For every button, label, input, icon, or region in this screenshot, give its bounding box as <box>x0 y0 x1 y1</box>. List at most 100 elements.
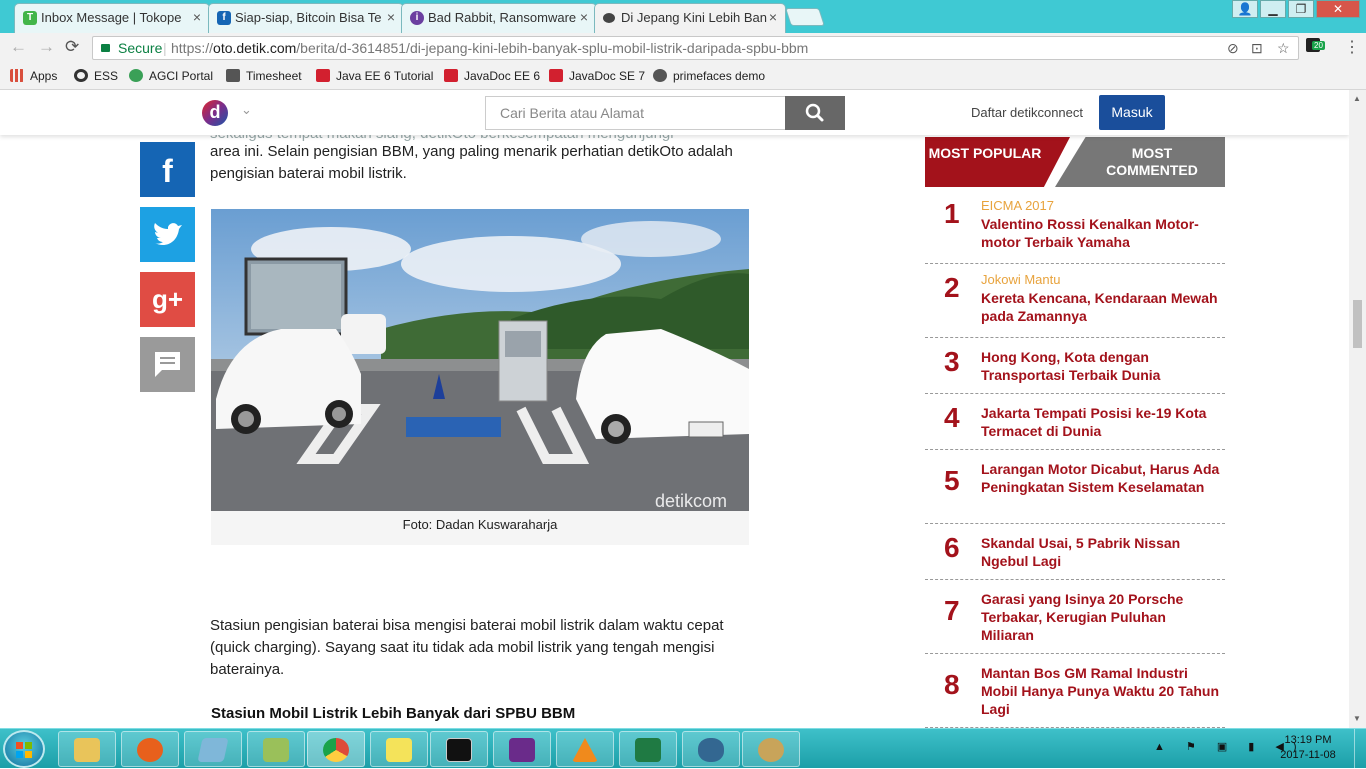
rank-number: 5 <box>944 465 960 496</box>
tab-most-commented[interactable]: MOST COMMENTED <box>1055 137 1225 187</box>
taskbar-chrome[interactable] <box>307 731 365 767</box>
article-photo[interactable]: detikcom <box>211 209 749 511</box>
new-tab-button[interactable] <box>785 8 825 26</box>
show-desktop-button[interactable] <box>1354 729 1366 769</box>
site-header: d ⌄ Cari Berita atau Alamat Daftar detik… <box>0 90 1349 135</box>
java-ee-ide-icon <box>509 738 535 762</box>
url-text: https://oto.detik.com/berita/d-3614851/d… <box>171 40 809 56</box>
item-title[interactable]: Mantan Bos GM Ramal Industri Mobil Hanya… <box>981 664 1221 718</box>
item-title[interactable]: Larangan Motor Dicabut, Harus Ada Pening… <box>981 460 1221 496</box>
taskbar-notes[interactable] <box>184 731 242 767</box>
list-item[interactable]: 4 Jakarta Tempati Posisi ke-19 Kota Term… <box>925 394 1225 450</box>
tab-bad-rabbit[interactable]: i Bad Rabbit, Ransomware × <box>401 3 597 33</box>
bookmark-apps[interactable]: Apps <box>10 69 57 83</box>
item-title[interactable]: Skandal Usai, 5 Pabrik Nissan Ngebul Lag… <box>981 534 1221 570</box>
taskbar-postgres[interactable] <box>682 731 740 767</box>
menu-icon[interactable]: ⋮ <box>1344 37 1360 57</box>
bookmark-java-ee-6-tutorial[interactable]: Java EE 6 Tutorial <box>316 69 433 83</box>
taskbar-java-ee-ide[interactable] <box>493 731 551 767</box>
scroll-down-icon[interactable]: ▼ <box>1353 714 1361 723</box>
item-title[interactable]: Valentino Rossi Kenalkan Motor-motor Ter… <box>981 215 1221 251</box>
windows-taskbar: ▲ ⚑ ▣ ▮ ◀) 13:19 PM 2017-11-08 <box>0 728 1366 769</box>
item-title[interactable]: Hong Kong, Kota dengan Transportasi Terb… <box>981 348 1221 384</box>
item-title[interactable]: Jakarta Tempati Posisi ke-19 Kota Termac… <box>981 404 1221 440</box>
start-button[interactable] <box>3 730 45 768</box>
page-viewport: d ⌄ Cari Berita atau Alamat Daftar detik… <box>0 90 1349 728</box>
notes-icon <box>197 738 229 762</box>
window-close-button[interactable]: ✕ <box>1316 0 1360 18</box>
taskbar-firefox[interactable] <box>121 731 179 767</box>
share-facebook-button[interactable]: f <box>140 142 195 197</box>
bookmark-ess[interactable]: ESS <box>74 69 118 83</box>
blocked-cookies-icon[interactable]: ⊘ <box>1227 37 1239 59</box>
minimize-button[interactable]: ▁ <box>1260 0 1286 18</box>
list-item[interactable]: 8 Mantan Bos GM Ramal Industri Mobil Han… <box>925 654 1225 728</box>
maximize-button[interactable]: ❐ <box>1288 0 1314 18</box>
bookmark-primefaces-demo[interactable]: primefaces demo <box>653 69 765 83</box>
reload-button[interactable]: ⟳ <box>65 37 79 57</box>
tab-inbox-message[interactable]: T Inbox Message | Tokope × <box>14 3 210 33</box>
taskbar-excel[interactable] <box>619 731 677 767</box>
taskbar-vlc[interactable] <box>556 731 614 767</box>
search-button[interactable] <box>785 96 845 130</box>
chevron-down-icon[interactable]: ⌄ <box>241 102 252 118</box>
article-paragraph: area ini. Selain pengisian BBM, yang pal… <box>210 143 733 182</box>
bookmark-agci-portal[interactable]: AGCI Portal <box>129 69 213 83</box>
taskbar-sticky-notes[interactable] <box>370 731 428 767</box>
translate-icon[interactable]: ⊡ <box>1251 37 1263 59</box>
address-bar[interactable]: Secure | https://oto.detik.com/berita/d-… <box>92 36 1299 60</box>
back-button[interactable]: ← <box>10 37 27 57</box>
list-item[interactable]: 2 Jokowi Mantu Kereta Kencana, Kendaraan… <box>925 264 1225 338</box>
register-link[interactable]: Daftar detikconnect <box>971 105 1083 120</box>
list-item[interactable]: 6 Skandal Usai, 5 Pabrik Nissan Ngebul L… <box>925 524 1225 580</box>
ev-charging-station-image: detikcom <box>211 209 749 511</box>
item-category[interactable]: Jokowi Mantu <box>981 272 1060 287</box>
share-twitter-button[interactable] <box>140 207 195 262</box>
item-title[interactable]: Garasi yang Isinya 20 Porsche Terbakar, … <box>981 590 1221 644</box>
list-item[interactable]: 1 EICMA 2017 Valentino Rossi Kenalkan Mo… <box>925 190 1225 264</box>
bookmark-star-icon[interactable]: ☆ <box>1277 37 1290 59</box>
article-subheading: Stasiun Mobil Listrik Lebih Banyak dari … <box>211 705 576 722</box>
forward-button[interactable]: → <box>38 37 55 57</box>
vertical-scrollbar[interactable]: ▲ ▼ <box>1349 90 1366 728</box>
google-plus-icon: g+ <box>151 284 184 314</box>
tokopedia-icon: T <box>23 11 37 25</box>
tab-bitcoin[interactable]: f Siap-siap, Bitcoin Bisa Te × <box>208 3 404 33</box>
bookmark-javadoc-ee-6[interactable]: JavaDoc EE 6 <box>444 69 540 83</box>
user-profile-icon[interactable]: 👤 <box>1232 0 1258 18</box>
item-title[interactable]: Kereta Kencana, Kendaraan Mewah pada Zam… <box>981 289 1221 325</box>
chrome-icon <box>323 738 349 762</box>
scroll-thumb[interactable] <box>1353 300 1362 348</box>
close-icon[interactable]: × <box>193 4 201 31</box>
tab-di-jepang[interactable]: Di Jepang Kini Lebih Ban × <box>594 3 786 33</box>
list-item[interactable]: 7 Garasi yang Isinya 20 Porsche Terbakar… <box>925 580 1225 654</box>
detik-logo[interactable]: d <box>202 100 228 126</box>
list-item[interactable]: 5 Larangan Motor Dicabut, Harus Ada Peni… <box>925 450 1225 524</box>
list-item[interactable]: 3 Hong Kong, Kota dengan Transportasi Te… <box>925 338 1225 394</box>
taskbar-paint[interactable] <box>742 731 800 767</box>
clock[interactable]: 13:19 PM 2017-11-08 <box>1278 733 1338 763</box>
search-input[interactable]: Cari Berita atau Alamat <box>485 96 785 130</box>
extension-badge: 20 <box>1312 41 1325 50</box>
taskbar-file-explorer[interactable] <box>58 731 116 767</box>
close-icon[interactable]: × <box>769 4 777 31</box>
taskbar-command-prompt[interactable] <box>430 731 488 767</box>
bookmark-javadoc-se-7[interactable]: JavaDoc SE 7 <box>549 69 645 83</box>
share-google-plus-button[interactable]: g+ <box>140 272 195 327</box>
ess-icon <box>74 69 88 82</box>
close-icon[interactable]: × <box>387 4 395 31</box>
primefaces-icon <box>653 69 667 82</box>
login-button[interactable]: Masuk <box>1099 95 1165 130</box>
secure-indicator[interactable]: Secure <box>101 37 162 59</box>
detik-icon <box>603 13 615 23</box>
taskbar-notepad-plus[interactable] <box>247 731 305 767</box>
scroll-up-icon[interactable]: ▲ <box>1353 94 1361 103</box>
bookmark-timesheet[interactable]: Timesheet <box>226 69 302 83</box>
notepad-plus-icon <box>263 738 289 762</box>
tab-most-popular[interactable]: MOST POPULAR <box>925 137 1070 187</box>
bookmarks-bar: Apps ESS AGCI Portal Timesheet Java EE 6… <box>0 63 1366 90</box>
item-category[interactable]: EICMA 2017 <box>981 198 1054 213</box>
close-icon[interactable]: × <box>580 4 588 31</box>
comment-button[interactable] <box>140 337 195 392</box>
search-icon <box>805 103 824 122</box>
